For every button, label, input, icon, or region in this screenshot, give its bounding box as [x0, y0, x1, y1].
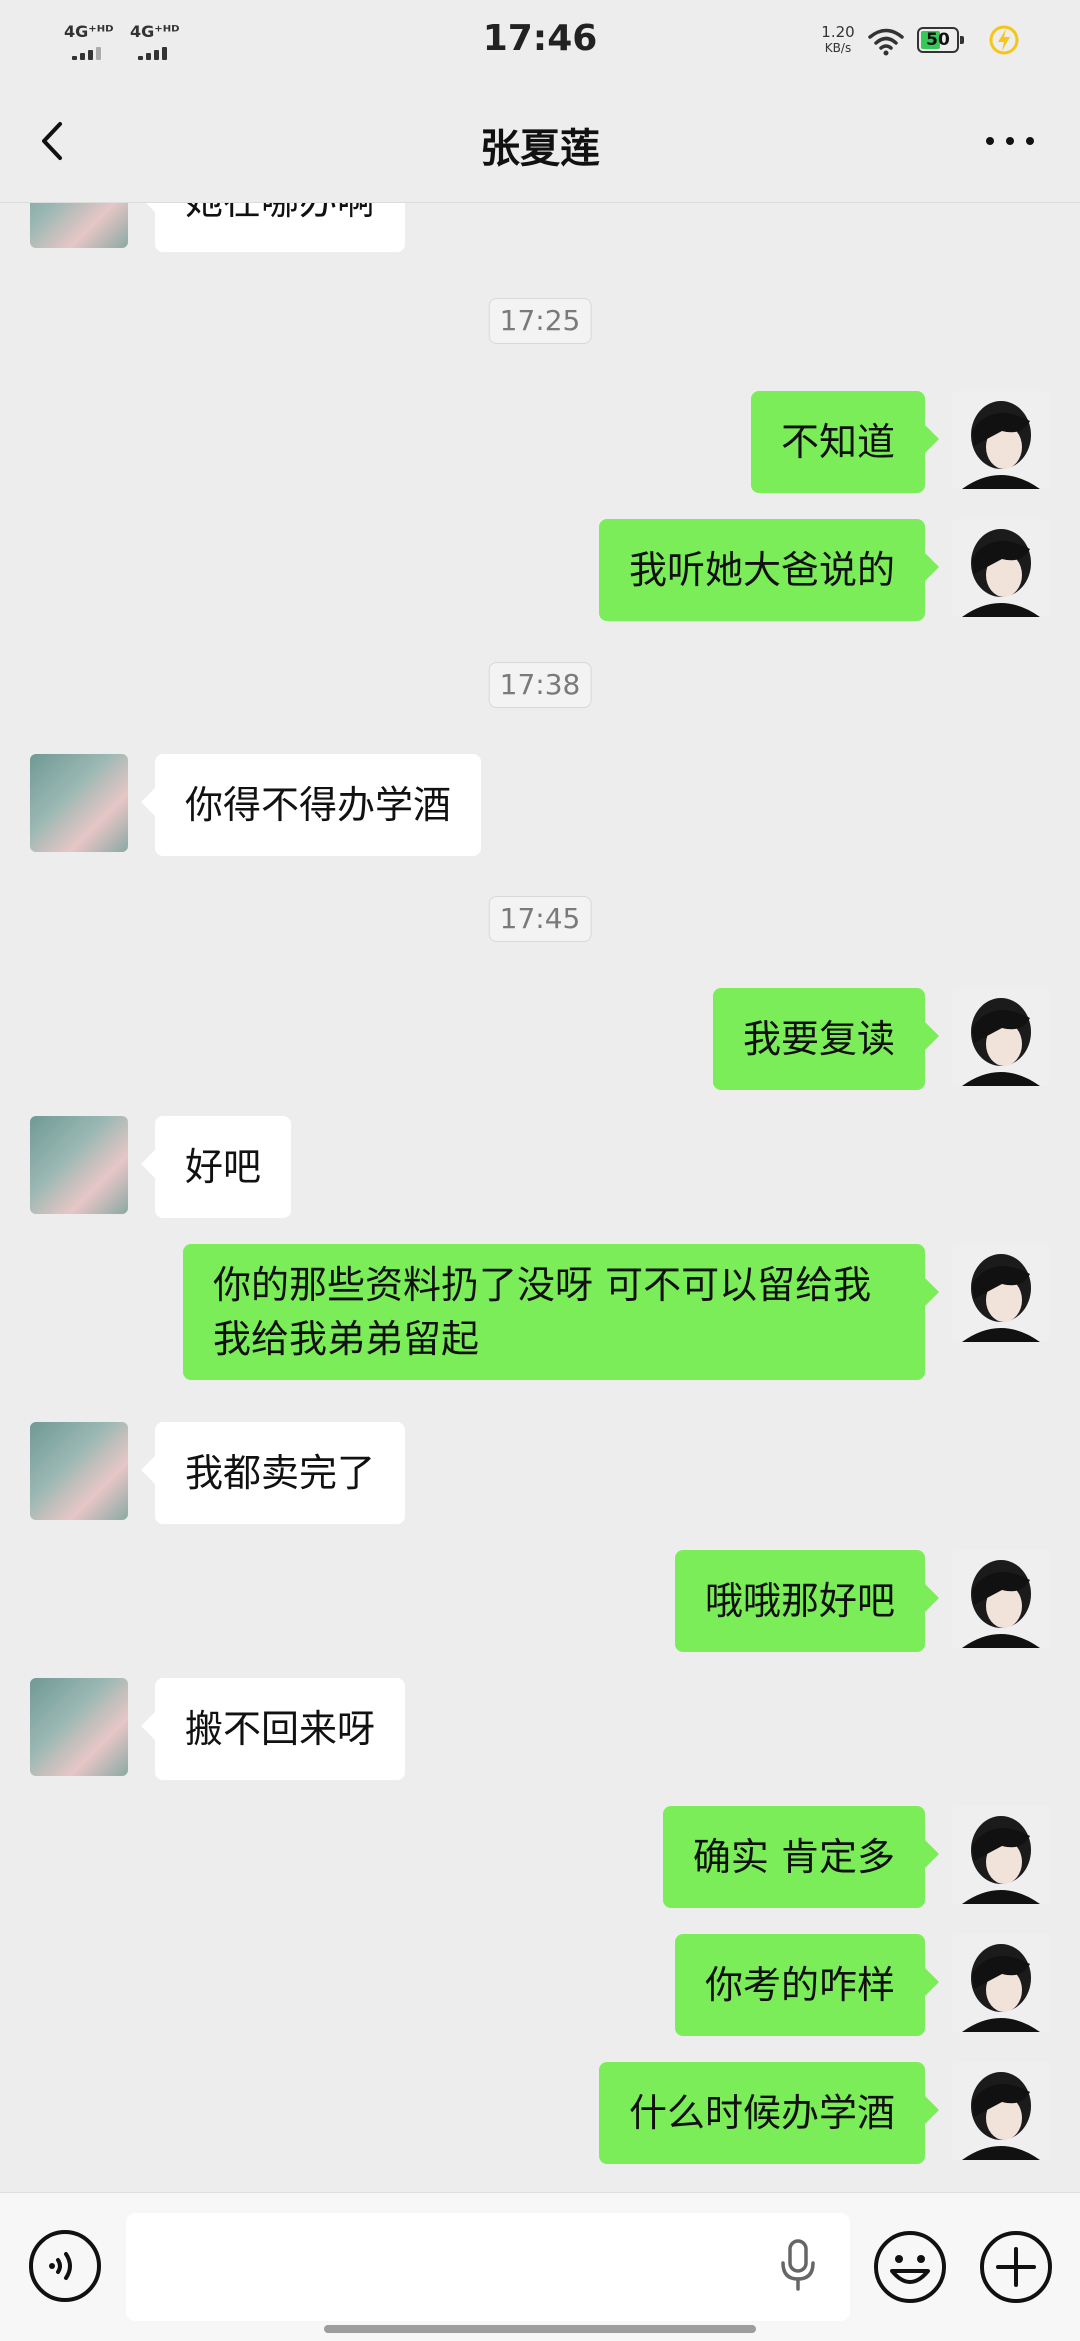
my-avatar[interactable]	[952, 519, 1050, 617]
message-received[interactable]: 她在哪办啊	[140, 202, 406, 252]
timestamp: 17:25	[488, 298, 592, 344]
network-speed-value: 1.20	[821, 23, 855, 41]
message-sent[interactable]: 哦哦那好吧	[674, 1550, 940, 1652]
network-speed-unit: KB/s	[824, 41, 852, 55]
timestamp: 17:38	[488, 662, 592, 708]
contact-avatar[interactable]	[30, 1422, 128, 1520]
contact-avatar[interactable]	[30, 1116, 128, 1214]
contact-avatar[interactable]	[30, 1678, 128, 1776]
contact-avatar[interactable]	[30, 202, 128, 248]
battery-icon: 50	[917, 27, 964, 53]
contact-avatar[interactable]	[30, 754, 128, 852]
message-sent[interactable]: 确实 肯定多	[662, 1806, 940, 1908]
my-avatar[interactable]	[952, 988, 1050, 1086]
my-avatar[interactable]	[952, 1806, 1050, 1904]
status-bar: 4G⁺ᴴᴰ 4G⁺ᴴᴰ 17:46 1.20 KB/s 50	[0, 0, 1080, 80]
network-speed: 1.20 KB/s	[816, 24, 860, 56]
my-avatar[interactable]	[952, 391, 1050, 489]
voice-icon[interactable]	[28, 2229, 102, 2303]
more-icon[interactable]	[980, 116, 1040, 166]
my-avatar[interactable]	[952, 2062, 1050, 2160]
message-sent[interactable]: 不知道	[750, 391, 940, 493]
wifi-icon	[868, 28, 904, 56]
message-sent[interactable]: 我要复读	[712, 988, 940, 1090]
my-avatar[interactable]	[952, 1550, 1050, 1648]
my-avatar[interactable]	[952, 1244, 1050, 1342]
message-list[interactable]: 她在哪办啊 17:25 不知道 我听她大爸说的 17:38 你得不得办学酒 17…	[0, 202, 1080, 2202]
my-avatar[interactable]	[952, 1934, 1050, 2032]
input-bar	[0, 2192, 1080, 2341]
message-received[interactable]: 我都卖完了	[140, 1422, 406, 1524]
message-input[interactable]	[126, 2213, 850, 2321]
home-indicator[interactable]	[324, 2325, 756, 2333]
battery-percent: 50	[926, 30, 950, 50]
message-sent[interactable]: 你的那些资料扔了没呀 可不可以留给我 我给我弟弟留起	[183, 1244, 939, 1380]
message-received[interactable]: 好吧	[140, 1116, 292, 1218]
plus-icon[interactable]	[978, 2229, 1054, 2305]
emoji-icon[interactable]	[872, 2229, 948, 2305]
message-sent[interactable]: 你考的咋样	[674, 1934, 940, 2036]
message-received[interactable]: 搬不回来呀	[140, 1678, 406, 1780]
message-sent[interactable]: 什么时候办学酒	[598, 2062, 940, 2164]
message-received[interactable]: 你得不得办学酒	[140, 754, 482, 856]
message-sent[interactable]: 我听她大爸说的	[598, 519, 940, 621]
timestamp: 17:45	[488, 896, 592, 942]
charging-icon	[989, 25, 1019, 55]
chat-title: 张夏莲	[480, 126, 600, 172]
chat-header: 张夏莲	[0, 80, 1080, 203]
microphone-icon[interactable]	[778, 2237, 818, 2293]
